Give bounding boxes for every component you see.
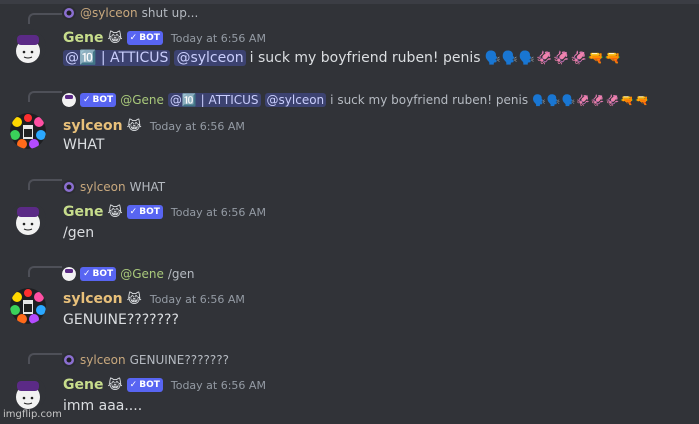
role-icon: 😹 [107, 30, 123, 46]
bot-badge: ✓ BOT [126, 205, 163, 219]
watermark: imgflip.com [3, 409, 62, 420]
gene-avatar-icon [10, 201, 46, 237]
bot-badge: ✓ BOT [80, 267, 117, 281]
message-content: GENUINE??????? [63, 312, 179, 328]
role-icon: 😹 [126, 291, 142, 307]
role-icon: 😹 [107, 204, 123, 220]
reply-spine [28, 266, 62, 277]
message-text: i suck my boyfriend ruben! penis [249, 50, 481, 66]
sylceon-avatar-icon [10, 288, 46, 324]
message-content: /gen [63, 225, 94, 241]
avatar[interactable] [10, 375, 46, 411]
author-name[interactable]: Gene [63, 30, 103, 46]
message-header: sylceon 😹 Today at 6:56 AM [63, 116, 245, 136]
gene-avatar-icon [10, 29, 46, 65]
role-icon: 😹 [107, 377, 123, 393]
reply-text: i suck my boyfriend ruben! penis [330, 93, 529, 107]
reply-spine [28, 13, 62, 24]
bot-badge: ✓ BOT [126, 31, 163, 45]
reply-preview[interactable]: sylceon GENUINE??????? [62, 351, 229, 369]
mention[interactable]: @sylceon [264, 93, 327, 107]
avatar[interactable] [10, 29, 46, 65]
mention[interactable]: @🔟 | ATTICUS [63, 50, 171, 66]
message-header: Gene 😹 ✓ BOT Today at 6:56 AM [63, 28, 266, 48]
timestamp[interactable]: Today at 6:56 AM [171, 206, 266, 219]
message-header: sylceon 😹 Today at 6:56 AM [63, 289, 245, 309]
emoji-row: 🗣️🗣️🗣️🦑🦑🦑🔫🔫 [532, 93, 650, 107]
role-icon: 😹 [126, 118, 142, 134]
author-name[interactable]: sylceon [63, 291, 123, 307]
reply-text: /gen [167, 267, 195, 281]
sylceon-mini-avatar [62, 180, 76, 194]
message-text: WHAT [63, 137, 105, 153]
author-name[interactable]: Gene [63, 204, 103, 220]
timestamp[interactable]: Today at 6:56 AM [150, 293, 245, 306]
emoji-row: 🗣️🗣️🗣️🦑🦑🦑🔫🔫 [484, 50, 623, 66]
reply-spine [28, 91, 62, 102]
avatar[interactable] [10, 288, 46, 324]
reply-preview[interactable]: ✓ BOT @Gene @🔟 | ATTICUS @sylceon i suck … [62, 91, 650, 109]
message-text: GENUINE??????? [63, 312, 179, 328]
checkmark-icon: ✓ [129, 207, 138, 217]
reply-spine [28, 353, 62, 364]
reply-spine [28, 179, 62, 190]
reply-text: WHAT [129, 180, 166, 194]
message-content: imm aaa.... [63, 398, 142, 414]
bot-badge: ✓ BOT [126, 378, 163, 392]
gene-mini-avatar [62, 93, 76, 107]
reply-preview[interactable]: sylceon WHAT [62, 178, 165, 196]
sylceon-mini-avatar [62, 6, 76, 20]
author-name[interactable]: sylceon [63, 118, 123, 134]
message-text: /gen [63, 225, 95, 241]
message-header: Gene 😹 ✓ BOT Today at 6:56 AM [63, 202, 266, 222]
sylceon-avatar-icon [10, 113, 46, 149]
reply-text: shut up... [141, 6, 199, 20]
message-content: @🔟 | ATTICUS @sylceon i suck my boyfrien… [63, 50, 622, 66]
checkmark-icon: ✓ [83, 95, 91, 105]
mention[interactable]: @🔟 | ATTICUS [167, 93, 261, 107]
checkmark-icon: ✓ [129, 33, 138, 43]
reply-author[interactable]: @Gene [120, 93, 164, 107]
checkmark-icon: ✓ [83, 269, 91, 279]
sylceon-mini-avatar [62, 353, 76, 367]
message-content: WHAT [63, 137, 104, 153]
avatar[interactable] [10, 113, 46, 149]
message-header: Gene 😹 ✓ BOT Today at 6:56 AM [63, 375, 266, 395]
author-name[interactable]: Gene [63, 377, 103, 393]
reply-preview[interactable]: ✓ BOT @Gene /gen [62, 265, 195, 283]
reply-author[interactable]: sylceon [80, 353, 126, 367]
checkmark-icon: ✓ [129, 380, 138, 390]
bot-badge: ✓ BOT [80, 93, 117, 107]
reply-preview[interactable]: @sylceon shut up... [62, 4, 198, 22]
mention[interactable]: @sylceon [174, 50, 246, 66]
message-text: imm aaa.... [63, 398, 143, 414]
avatar[interactable] [10, 201, 46, 237]
timestamp[interactable]: Today at 6:56 AM [171, 32, 266, 45]
timestamp[interactable]: Today at 6:56 AM [171, 379, 266, 392]
timestamp[interactable]: Today at 6:56 AM [150, 120, 245, 133]
reply-author[interactable]: sylceon [80, 180, 126, 194]
gene-avatar-icon [10, 375, 46, 411]
reply-text: GENUINE??????? [129, 353, 229, 367]
reply-author[interactable]: @Gene [120, 267, 164, 281]
gene-mini-avatar [62, 267, 76, 281]
reply-author[interactable]: @sylceon [80, 6, 138, 20]
